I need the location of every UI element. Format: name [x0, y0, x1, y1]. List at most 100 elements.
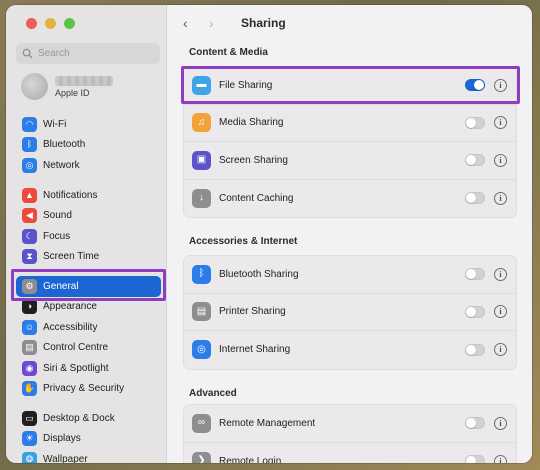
sidebar-item-sound[interactable]: ◀ Sound [6, 206, 167, 227]
download-icon: ↓ [192, 188, 211, 208]
gear-icon: ⚙ [22, 278, 37, 294]
section-title-content-media: Content & Media [189, 47, 268, 58]
sidebar-item-control-centre[interactable]: ▤ Control Centre [6, 338, 167, 359]
forward-button[interactable]: › [209, 15, 221, 31]
bluetooth-icon: ᛒ [22, 137, 37, 153]
info-icon[interactable]: i [494, 343, 507, 357]
settings-window: Apple ID ◠ Wi-Fi ᛒ Bluetooth ◎ Network ▲ Notif… [6, 5, 532, 463]
sidebar-item-label: Network [43, 159, 80, 171]
row-printer-sharing: ▤ Printer Sharing i [184, 294, 516, 331]
toolbar: ‹ › Sharing [167, 5, 532, 41]
sidebar-group-network: ◠ Wi-Fi ᛒ Bluetooth ◎ Network [6, 114, 167, 176]
section-title-accessories-internet: Accessories & Internet [189, 236, 298, 247]
sidebar: Apple ID ◠ Wi-Fi ᛒ Bluetooth ◎ Network ▲ Notif… [6, 5, 167, 463]
info-icon[interactable]: i [494, 454, 507, 463]
sidebar-item-label: Siri & Spotlight [43, 362, 109, 374]
toggle-switch[interactable] [465, 455, 485, 463]
appearance-icon: ◑ [22, 299, 37, 315]
sidebar-item-displays[interactable]: ☀ Displays [6, 429, 167, 450]
toggle-switch[interactable] [465, 154, 485, 167]
zoom-button[interactable] [64, 18, 75, 29]
sidebar-item-siri-spotlight[interactable]: ◉ Siri & Spotlight [6, 358, 167, 379]
toggle-switch[interactable] [465, 116, 485, 129]
sidebar-group-display: ▭ Desktop & Dock ☀ Displays ❂ Wallpaper [6, 408, 167, 463]
sidebar-item-bluetooth[interactable]: ᛒ Bluetooth [6, 135, 167, 156]
info-icon[interactable]: i [494, 416, 507, 430]
toggle-switch[interactable] [465, 343, 485, 356]
terminal-icon: ❯ [192, 451, 211, 463]
accessibility-icon: ☺ [22, 319, 37, 335]
info-icon[interactable]: i [494, 191, 507, 205]
sidebar-item-general[interactable]: ⚙ General [16, 276, 161, 297]
sidebar-item-wi-fi[interactable]: ◠ Wi-Fi [6, 114, 167, 135]
back-button[interactable]: ‹ [183, 15, 195, 31]
printer-icon: ▤ [192, 302, 211, 322]
sidebar-item-label: Screen Time [43, 251, 100, 263]
sidebar-item-desktop-dock[interactable]: ▭ Desktop & Dock [6, 408, 167, 429]
sidebar-item-wallpaper[interactable]: ❂ Wallpaper [6, 449, 167, 463]
info-icon[interactable]: i [494, 78, 507, 92]
sidebar-item-privacy-security[interactable]: ✋ Privacy & Security [6, 379, 167, 400]
display-icon: ☀ [22, 431, 37, 447]
sidebar-item-label: Notifications [43, 189, 98, 201]
globe-icon: ◎ [192, 340, 211, 360]
info-icon[interactable]: i [494, 116, 507, 130]
sidebar-item-screen-time[interactable]: ⧗ Screen Time [6, 247, 167, 268]
folder-icon: ▬ [192, 75, 211, 95]
row-label: Printer Sharing [219, 306, 286, 318]
search-field[interactable] [16, 43, 160, 64]
sidebar-item-label: Bluetooth [43, 139, 86, 151]
sidebar-item-appearance[interactable]: ◑ Appearance [6, 297, 167, 318]
sidebar-item-accessibility[interactable]: ☺ Accessibility [6, 317, 167, 338]
apple-id-account[interactable]: Apple ID [21, 73, 113, 100]
row-content-caching: ↓ Content Caching i [184, 180, 516, 218]
row-label: Bluetooth Sharing [219, 268, 299, 280]
close-button[interactable] [26, 18, 37, 29]
account-name-redacted [55, 75, 113, 86]
sidebar-item-label: Desktop & Dock [43, 412, 115, 424]
bell-icon: ▲ [22, 187, 37, 203]
row-media-sharing: ♫ Media Sharing i [184, 105, 516, 142]
sidebar-item-label: Focus [43, 230, 71, 242]
info-icon[interactable]: i [494, 305, 507, 319]
info-icon[interactable]: i [494, 153, 507, 167]
binoculars-icon: ∞ [192, 413, 211, 433]
section-title-advanced: Advanced [189, 388, 237, 399]
music-icon: ♫ [192, 113, 211, 133]
card-advanced: ∞ Remote Management i ❯ Remote Login i [183, 404, 517, 463]
toggle-switch[interactable] [465, 305, 485, 318]
globe-icon: ◎ [22, 157, 37, 173]
siri-icon: ◉ [22, 360, 37, 376]
sidebar-item-notifications[interactable]: ▲ Notifications [6, 185, 167, 206]
account-subtitle: Apple ID [55, 87, 90, 98]
sidebar-item-label: Wallpaper [43, 453, 88, 463]
sidebar-item-network[interactable]: ◎ Network [6, 155, 167, 176]
sidebar-item-focus[interactable]: ☾ Focus [6, 226, 167, 247]
minimize-button[interactable] [45, 18, 56, 29]
row-remote-management: ∞ Remote Management i [184, 405, 516, 443]
row-label: Content Caching [219, 192, 294, 204]
toggle-switch[interactable] [465, 192, 485, 205]
wallpaper-icon: ❂ [22, 451, 37, 463]
bluetooth-icon: ᛒ [192, 264, 211, 284]
row-label: Screen Sharing [219, 154, 288, 166]
toggle-switch[interactable] [465, 268, 485, 281]
row-file-sharing: ▬ File Sharing i [184, 67, 516, 105]
row-label: Internet Sharing [219, 344, 291, 356]
toggle-switch[interactable] [465, 417, 485, 430]
info-icon[interactable]: i [494, 267, 507, 281]
page-title: Sharing [241, 16, 286, 30]
toggle-switch[interactable] [465, 79, 485, 92]
speaker-icon: ◀ [22, 208, 37, 224]
sidebar-group-notifications: ▲ Notifications ◀ Sound ☾ Focus ⧗ Screen Time [6, 185, 167, 267]
row-internet-sharing: ◎ Internet Sharing i [184, 331, 516, 369]
sidebar-item-label: Control Centre [43, 342, 109, 354]
row-label: Media Sharing [219, 117, 284, 129]
sidebar-item-label: Privacy & Security [43, 383, 125, 395]
search-input[interactable] [38, 48, 148, 59]
row-label: Remote Login [219, 455, 282, 463]
dock-icon: ▭ [22, 410, 37, 426]
window-controls [26, 18, 75, 29]
row-screen-sharing: ▣ Screen Sharing i [184, 142, 516, 180]
control-centre-icon: ▤ [22, 340, 37, 356]
